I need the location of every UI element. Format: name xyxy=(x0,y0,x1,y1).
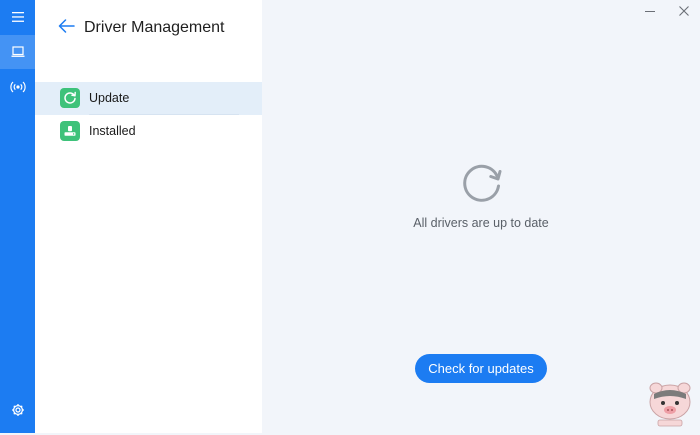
back-button[interactable] xyxy=(55,17,77,39)
nav-item-installed[interactable]: Installed xyxy=(35,115,262,148)
gear-icon xyxy=(11,403,25,417)
drive-icon xyxy=(60,121,80,141)
broadcast-icon xyxy=(9,81,26,93)
settings-button[interactable] xyxy=(0,393,35,427)
rail-item-network[interactable] xyxy=(0,70,35,104)
header: Driver Management xyxy=(35,0,262,56)
page-title: Driver Management xyxy=(84,19,225,36)
side-rail xyxy=(0,0,35,433)
refresh-icon xyxy=(60,88,80,108)
back-arrow-icon xyxy=(58,18,75,38)
minimize-button[interactable] xyxy=(640,2,660,22)
status-message: All drivers are up to date xyxy=(413,216,549,230)
minimize-icon xyxy=(645,3,655,21)
laptop-icon xyxy=(11,46,25,58)
main-content: All drivers are up to date Check for upd… xyxy=(262,0,700,433)
nav-item-label: Update xyxy=(89,91,130,105)
close-icon xyxy=(679,3,689,21)
nav-panel: Driver Management Update Installed xyxy=(35,0,262,433)
nav-item-label: Installed xyxy=(89,124,136,138)
mascot-logo xyxy=(644,374,700,430)
refresh-circle-icon xyxy=(456,157,508,209)
close-button[interactable] xyxy=(674,2,694,22)
menu-button[interactable] xyxy=(0,0,35,34)
menu-icon xyxy=(11,12,24,22)
nav-item-update[interactable]: Update xyxy=(35,82,262,115)
rail-item-device[interactable] xyxy=(0,35,35,69)
check-for-updates-button[interactable]: Check for updates xyxy=(415,354,547,383)
nav-list: Update Installed xyxy=(35,82,262,148)
